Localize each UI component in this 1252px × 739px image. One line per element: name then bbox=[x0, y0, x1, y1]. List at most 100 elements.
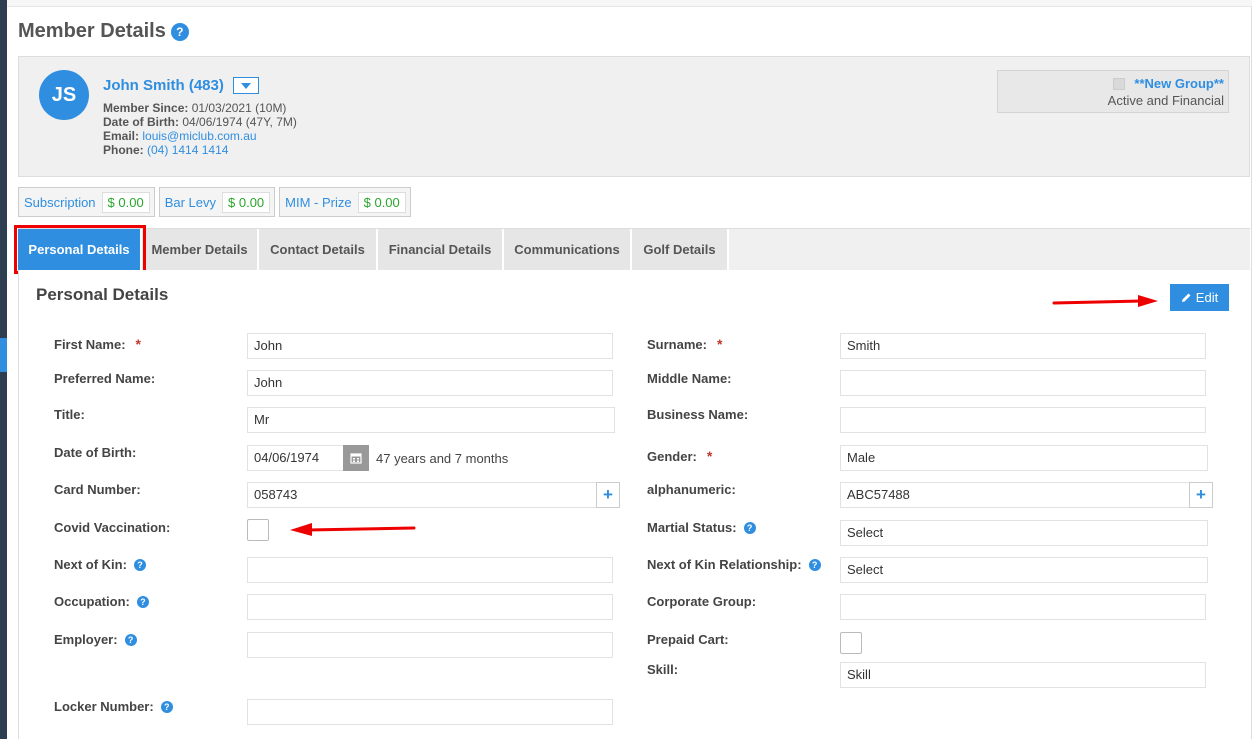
help-icon[interactable]: ? bbox=[160, 700, 173, 713]
dob-label: Date of Birth: bbox=[54, 445, 137, 460]
alphanumeric-field[interactable]: ABC57488 bbox=[840, 482, 1190, 508]
locker-number-field[interactable] bbox=[247, 699, 613, 725]
group-checkbox[interactable] bbox=[1113, 78, 1125, 90]
label-text: Occupation: bbox=[54, 594, 130, 609]
avatar: JS bbox=[39, 70, 89, 120]
group-status: Active and Financial bbox=[1107, 93, 1224, 108]
occupation-label: Occupation:? bbox=[54, 594, 149, 609]
help-icon[interactable]: ? bbox=[170, 22, 189, 41]
dob-age-text: 47 years and 7 months bbox=[376, 451, 509, 466]
tabs-bar: Personal Details Member Details Contact … bbox=[18, 228, 1250, 270]
gender-label: Gender: * bbox=[647, 448, 712, 464]
member-dob-label: Date of Birth: bbox=[103, 115, 179, 129]
plus-icon: + bbox=[603, 485, 613, 504]
label-text: Next of Kin Relationship: bbox=[647, 557, 802, 572]
annotation-arrow-right-icon bbox=[1052, 295, 1158, 307]
next-of-kin-field[interactable] bbox=[247, 557, 613, 583]
label-text: Surname: bbox=[647, 336, 707, 352]
annotation-highlight-box bbox=[14, 225, 146, 274]
middle-name-field[interactable] bbox=[840, 370, 1206, 396]
balance-chips: Subscription $ 0.00 Bar Levy $ 0.00 MIM - … bbox=[18, 187, 411, 217]
balance-chip-subscription[interactable]: Subscription $ 0.00 bbox=[18, 187, 155, 217]
page-title: Member Details ? bbox=[18, 20, 189, 43]
next-of-kin-label: Next of Kin:? bbox=[54, 557, 146, 572]
member-since-value: 01/03/2021 (10M) bbox=[191, 101, 287, 115]
edit-button-label: Edit bbox=[1195, 290, 1219, 305]
occupation-field[interactable] bbox=[247, 594, 613, 620]
covid-vaccination-checkbox[interactable] bbox=[247, 519, 269, 541]
chip-label: Subscription bbox=[24, 194, 96, 210]
group-panel: **New Group** Active and Financial bbox=[997, 70, 1229, 113]
help-icon[interactable]: ? bbox=[808, 558, 821, 571]
chevron-down-icon bbox=[240, 82, 251, 89]
martial-status-select[interactable]: Select bbox=[840, 520, 1208, 546]
employer-label: Employer:? bbox=[54, 632, 137, 647]
business-name-field[interactable] bbox=[840, 407, 1206, 433]
label-text: First Name: bbox=[54, 336, 126, 352]
prepaid-cart-label: Prepaid Cart: bbox=[647, 632, 729, 647]
card-number-add-button[interactable]: + bbox=[596, 482, 620, 508]
chip-value: $ 0.00 bbox=[357, 191, 406, 213]
required-marker: * bbox=[706, 448, 713, 464]
top-bar bbox=[7, 0, 1252, 7]
gender-select[interactable]: Male bbox=[840, 445, 1208, 471]
tab-golf-details[interactable]: Golf Details bbox=[632, 229, 729, 270]
employer-field[interactable] bbox=[247, 632, 613, 658]
help-icon[interactable]: ? bbox=[124, 633, 137, 646]
help-icon[interactable]: ? bbox=[743, 521, 756, 534]
balance-chip-bar-levy[interactable]: Bar Levy $ 0.00 bbox=[158, 187, 276, 217]
alphanumeric-add-button[interactable]: + bbox=[1189, 482, 1213, 508]
corporate-group-label: Corporate Group: bbox=[647, 594, 757, 609]
member-email-label: Email: bbox=[103, 129, 140, 143]
section-title: Personal Details bbox=[36, 285, 169, 304]
label-text: Gender: bbox=[647, 448, 697, 464]
calendar-icon bbox=[350, 453, 362, 464]
nok-relationship-select[interactable]: Select bbox=[840, 557, 1208, 583]
required-marker: * bbox=[135, 336, 141, 352]
card-number-field[interactable]: 058743 bbox=[247, 482, 597, 508]
member-menu-dropdown[interactable] bbox=[232, 77, 259, 94]
chip-value: $ 0.00 bbox=[222, 191, 271, 213]
first-name-label: First Name: * bbox=[54, 336, 141, 352]
middle-name-label: Middle Name: bbox=[647, 371, 732, 386]
dob-field[interactable]: 04/06/1974 bbox=[247, 445, 344, 471]
member-header: JS John Smith (483) Member Since: 01/03/… bbox=[18, 56, 1250, 177]
first-name-field[interactable]: John bbox=[247, 333, 613, 359]
member-phone-label: Phone: bbox=[103, 143, 144, 157]
corporate-group-field[interactable] bbox=[840, 594, 1206, 620]
label-text: Next of Kin: bbox=[54, 557, 127, 572]
prepaid-cart-checkbox[interactable] bbox=[840, 632, 862, 654]
label-text: Locker Number: bbox=[54, 699, 154, 714]
group-name-link[interactable]: **New Group** bbox=[1134, 76, 1224, 91]
member-name: John Smith (483) bbox=[103, 77, 259, 94]
card-number-label: Card Number: bbox=[54, 482, 141, 497]
surname-field[interactable]: Smith bbox=[840, 333, 1206, 359]
help-icon[interactable]: ? bbox=[136, 595, 149, 608]
tab-member-details[interactable]: Member Details bbox=[142, 229, 259, 270]
locker-number-label: Locker Number:? bbox=[54, 699, 173, 714]
tab-contact-details[interactable]: Contact Details bbox=[259, 229, 378, 270]
app-sidebar-edge bbox=[0, 0, 7, 739]
member-meta: Member Since: 01/03/2021 (10M) Date of B… bbox=[103, 101, 297, 157]
preferred-name-field[interactable]: John bbox=[247, 370, 613, 396]
member-email-link[interactable]: louis@miclub.com.au bbox=[142, 129, 256, 143]
tab-communications[interactable]: Communications bbox=[504, 229, 632, 270]
plus-icon: + bbox=[1196, 485, 1206, 504]
balance-chip-mim-prize[interactable]: MIM - Prize $ 0.00 bbox=[279, 187, 411, 217]
chip-label: MIM - Prize bbox=[285, 194, 352, 210]
help-icon[interactable]: ? bbox=[133, 558, 146, 571]
label-text: Martial Status: bbox=[647, 520, 737, 535]
title-field[interactable]: Mr bbox=[247, 407, 615, 433]
member-phone-link[interactable]: (04) 1414 1414 bbox=[147, 143, 228, 157]
label-text: Employer: bbox=[54, 632, 118, 647]
chip-label: Bar Levy bbox=[164, 194, 217, 210]
calendar-button[interactable] bbox=[343, 445, 369, 471]
skill-field[interactable]: Skill bbox=[840, 662, 1206, 688]
annotation-arrow-left-icon bbox=[290, 523, 416, 536]
nok-relationship-label: Next of Kin Relationship:? bbox=[647, 557, 821, 572]
edit-button[interactable]: Edit bbox=[1170, 284, 1229, 311]
member-dob-value: 04/06/1974 (47Y, 7M) bbox=[182, 115, 297, 129]
preferred-name-label: Preferred Name: bbox=[54, 371, 156, 386]
member-name-link[interactable]: John Smith (483) bbox=[103, 77, 224, 94]
tab-financial-details[interactable]: Financial Details bbox=[378, 229, 504, 270]
